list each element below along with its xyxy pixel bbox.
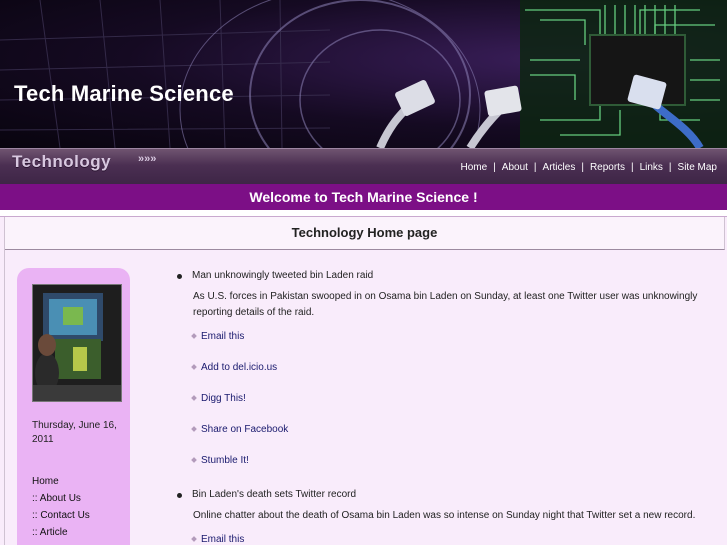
nav-about[interactable]: About <box>502 162 528 173</box>
article-title: Bin Laden's death sets Twitter record <box>192 489 357 500</box>
list-item: Man unknowingly tweeted bin Laden raid A… <box>172 268 712 484</box>
date-text: Thursday, June 16, 2011 <box>32 420 117 445</box>
diamond-bullet-icon <box>191 536 197 542</box>
email-this-link[interactable]: Email this <box>201 534 244 545</box>
site-title: Tech Marine Science <box>14 81 234 106</box>
page: Tech Marine Science Technology »»» Home |… <box>0 0 727 545</box>
sidebar-link-home[interactable]: Home <box>32 476 59 487</box>
email-this-link[interactable]: Email this <box>201 331 244 342</box>
share-actions: Email this <box>172 532 712 545</box>
article-list: Man unknowingly tweeted bin Laden raid A… <box>172 268 712 545</box>
diamond-bullet-icon <box>191 395 197 401</box>
list-item: Bin Laden's death sets Twitter record On… <box>172 487 712 545</box>
diamond-bullet-icon <box>191 333 197 339</box>
nav-links[interactable]: Links <box>640 162 663 173</box>
diamond-bullet-icon <box>191 457 197 463</box>
page-heading-bar: Technology Home page <box>4 217 725 250</box>
top-nav: Home | About | Articles | Reports | Links | S… <box>460 162 717 173</box>
nav-strip: Technology »»» Home | About | Articles | Re… <box>0 148 727 185</box>
bullet-icon <box>177 493 182 498</box>
sidebar-links: Home :: About Us :: Contact Us :: Articl… <box>32 475 90 543</box>
nav-reports[interactable]: Reports <box>590 162 625 173</box>
sidebar-link-article[interactable]: :: Article <box>32 527 68 538</box>
section-arrows: »»» <box>138 153 157 165</box>
divider <box>4 249 5 545</box>
banner-artwork <box>0 0 727 148</box>
nav-articles[interactable]: Articles <box>543 162 576 173</box>
bullet-icon <box>177 274 182 279</box>
sidebar-photo <box>32 284 122 402</box>
sidebar: Thursday, June 16, 2011 Home :: About Us… <box>17 268 130 545</box>
stumble-it-link[interactable]: Stumble It! <box>201 455 249 466</box>
nav-site-map[interactable]: Site Map <box>678 162 717 173</box>
article-summary: Online chatter about the death of Osama … <box>193 510 696 521</box>
diamond-bullet-icon <box>191 364 197 370</box>
share-actions: Email this Add to del.icio.us Digg This!… <box>172 329 712 484</box>
digg-this-link[interactable]: Digg This! <box>201 393 246 404</box>
sidebar-link-contact-us[interactable]: :: Contact Us <box>32 510 90 521</box>
page-title: Technology Home page <box>291 225 438 240</box>
section-label: Technology <box>12 152 112 171</box>
header-banner: Tech Marine Science <box>0 0 727 148</box>
divider <box>0 210 727 217</box>
welcome-banner: Welcome to Tech Marine Science ! <box>0 184 727 210</box>
article-summary: As U.S. forces in Pakistan swooped in on… <box>193 291 698 318</box>
sidebar-link-about-us[interactable]: :: About Us <box>32 493 81 504</box>
article-title: Man unknowingly tweeted bin Laden raid <box>192 270 374 281</box>
share-on-facebook-link[interactable]: Share on Facebook <box>201 424 288 435</box>
diamond-bullet-icon <box>191 426 197 432</box>
person-at-computer-image <box>33 285 121 401</box>
add-to-delicious-link[interactable]: Add to del.icio.us <box>201 362 277 373</box>
nav-home[interactable]: Home <box>460 162 487 173</box>
